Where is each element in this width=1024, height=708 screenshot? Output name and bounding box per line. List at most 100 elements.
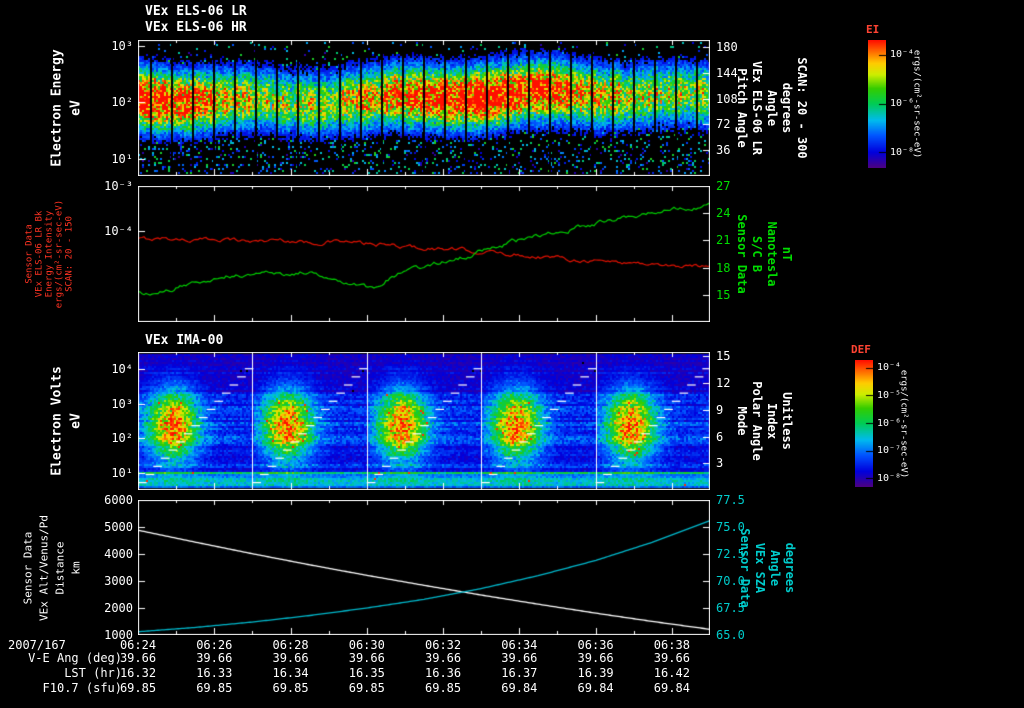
sza-right-axis-label-line-0: Sensor Data [738, 527, 752, 608]
ima-ytick-label: 10³ [111, 396, 133, 411]
ima-y-axis-units: eV [68, 413, 84, 429]
bk-left-axis-label-line-1: VEx ELS-06 LR Bk [34, 210, 45, 298]
time-tick-label: 06:24 [119, 638, 157, 652]
ephemeris-row-label: V-E Ang (deg) [28, 651, 122, 665]
els-spectrogram-panel [138, 40, 710, 176]
alt-left-tick-label: 6000 [104, 493, 133, 507]
ephemeris-row-value: 39.66 [196, 651, 233, 665]
els-right-tick-label: 72 [716, 117, 731, 132]
bfield-right-axis-label-line-3: nT [780, 246, 794, 262]
els-y-axis-label: Electron Energy [49, 49, 65, 167]
bfield-right-tick-label: 15 [716, 287, 731, 302]
ephemeris-row-value: 16.37 [501, 666, 538, 680]
sza-right-tick-label: 77.5 [716, 493, 745, 507]
ephemeris-row-value: 39.66 [577, 651, 614, 665]
time-tick-label: 06:34 [501, 638, 538, 652]
ima-colorbar-tick-label: 10⁻⁴ [877, 361, 902, 373]
ima-colorbar-unit-label: ergs/(cm²-sr-sec-eV) [898, 369, 909, 478]
ima-right-tick-label: 12 [716, 376, 731, 391]
els-ytick-label: 10² [111, 95, 133, 110]
ephemeris-row-value: 39.66 [501, 651, 538, 665]
ima-colorbar-tick-label: 10⁻⁸ [877, 473, 902, 485]
ima-ytick-label: 10¹ [111, 465, 133, 480]
ima-right-tick-label: 15 [716, 349, 731, 364]
ima-right-tick-label: 6 [716, 429, 724, 444]
date-label: 2007/167 [8, 638, 66, 652]
sza-right-tick-label: 65.0 [716, 628, 745, 642]
ephemeris-row-value: 16.35 [348, 666, 385, 680]
ima-panel-title: VEx IMA-00 [145, 333, 224, 348]
ephemeris-row-value: 16.34 [272, 666, 309, 680]
bfield-right-tick-label: 18 [716, 260, 731, 275]
alt-left-axis-label-line-0: Sensor Data [21, 531, 35, 604]
bfield-right-axis-label-line-1: S/C B [750, 235, 764, 273]
ephemeris-row-value: 69.85 [272, 681, 309, 695]
ephemeris-row-value: 16.32 [119, 666, 157, 680]
bk-left-tick-label: 10⁻³ [104, 179, 133, 193]
ima-right-axis-label-line-2: Index [765, 402, 779, 440]
ephemeris-row-value: 16.33 [196, 666, 233, 680]
ephemeris-row-value: 69.85 [425, 681, 462, 695]
ephemeris-row-value: 39.66 [348, 651, 385, 665]
ima-right-tick-label: 9 [716, 402, 724, 417]
alt-left-axis-label-line-3: km [69, 560, 83, 575]
ephemeris-row-label: F10.7 (sfu) [42, 681, 122, 695]
alt-left-tick-label: 5000 [104, 520, 133, 534]
els-colorbar-tick-label: 10⁻⁴ [890, 49, 915, 61]
ima-y-axis-label: Electron Volts [49, 366, 65, 476]
ima-colorbar-tick-label: 10⁻⁷ [877, 445, 902, 457]
vex-quicklook-plot-window: VEx ELS-06 LR VEx ELS-06 HR VEx IMA-00 E… [0, 0, 1024, 708]
sza-right-axis-label-line-2: Angle [768, 549, 782, 586]
sza-right-axis-label-line-3: degrees [783, 542, 797, 593]
els-y-axis-units: eV [68, 100, 84, 116]
els-colorbar-tick-label: 10⁻⁸ [890, 146, 915, 158]
els-right-axis-label-line-3: degrees [780, 82, 794, 134]
els-colorbar [868, 40, 886, 168]
time-tick-label: 06:36 [577, 638, 614, 652]
ephemeris-row-value: 16.39 [577, 666, 614, 680]
ephemeris-row-value: 39.66 [425, 651, 462, 665]
ima-ytick-label: 10⁴ [111, 362, 133, 377]
ephemeris-row-value: 16.42 [653, 666, 690, 680]
intensity-bfield-line-panel [138, 186, 710, 322]
page-title-els-lr: VEx ELS-06 LR [145, 4, 247, 19]
els-colorbar-title: EI [866, 23, 880, 36]
ephemeris-row-value: 69.84 [501, 681, 538, 695]
ephemeris-row-value: 69.84 [653, 681, 690, 695]
ima-ytick-label: 10² [111, 431, 133, 446]
alt-left-tick-label: 2000 [104, 601, 133, 615]
ephemeris-row-label: LST (hr) [64, 666, 122, 680]
ephemeris-row-value: 69.85 [196, 681, 233, 695]
bk-left-axis-label-line-3: ergs/(cm²-sr-sec-eV) [54, 199, 65, 309]
bfield-right-axis-label-line-2: Nanotesla [765, 221, 779, 287]
bfield-right-axis-label-line-0: Sensor Data [735, 214, 749, 294]
ima-colorbar [855, 360, 873, 487]
alt-left-tick-label: 4000 [104, 547, 133, 561]
ephemeris-row-value: 39.66 [272, 651, 309, 665]
ima-spectrogram-panel [138, 352, 710, 490]
ephemeris-row-value: 69.85 [348, 681, 385, 695]
altitude-sza-line-panel [138, 500, 710, 635]
ima-right-tick-label: 3 [716, 456, 724, 471]
sza-right-axis-label-line-1: VEx SZA [753, 542, 767, 593]
bfield-right-tick-label: 27 [716, 179, 731, 193]
bfield-right-tick-label: 21 [716, 233, 731, 248]
bk-left-tick-label: 10⁻⁴ [104, 224, 133, 239]
els-colorbar-tick-label: 10⁻⁶ [890, 98, 915, 109]
alt-left-axis-label-line-1: VEx Alt/Venus/Pd [37, 514, 51, 621]
els-ytick-label: 10¹ [111, 152, 133, 166]
els-right-tick-label: 180 [716, 40, 738, 55]
els-colorbar-unit-label: ergs/(cm²-sr-sec-eV) [911, 49, 922, 159]
bfield-right-tick-label: 24 [716, 206, 731, 221]
ephemeris-row-value: 69.85 [119, 681, 157, 695]
bk-left-axis-label-line-0: Sensor Data [24, 224, 35, 284]
els-right-axis-label-line-2: Angle [765, 89, 779, 127]
bk-left-axis-label-line-2: Energy Intensity [44, 210, 55, 298]
time-tick-label: 06:28 [272, 638, 309, 652]
ephemeris-row-value: 39.66 [653, 651, 690, 665]
time-tick-label: 06:26 [196, 638, 233, 652]
time-tick-label: 06:32 [425, 638, 462, 652]
els-right-tick-label: 36 [716, 143, 731, 158]
ephemeris-row-value: 16.36 [425, 666, 462, 680]
ima-colorbar-tick-label: 10⁻⁵ [877, 389, 902, 401]
